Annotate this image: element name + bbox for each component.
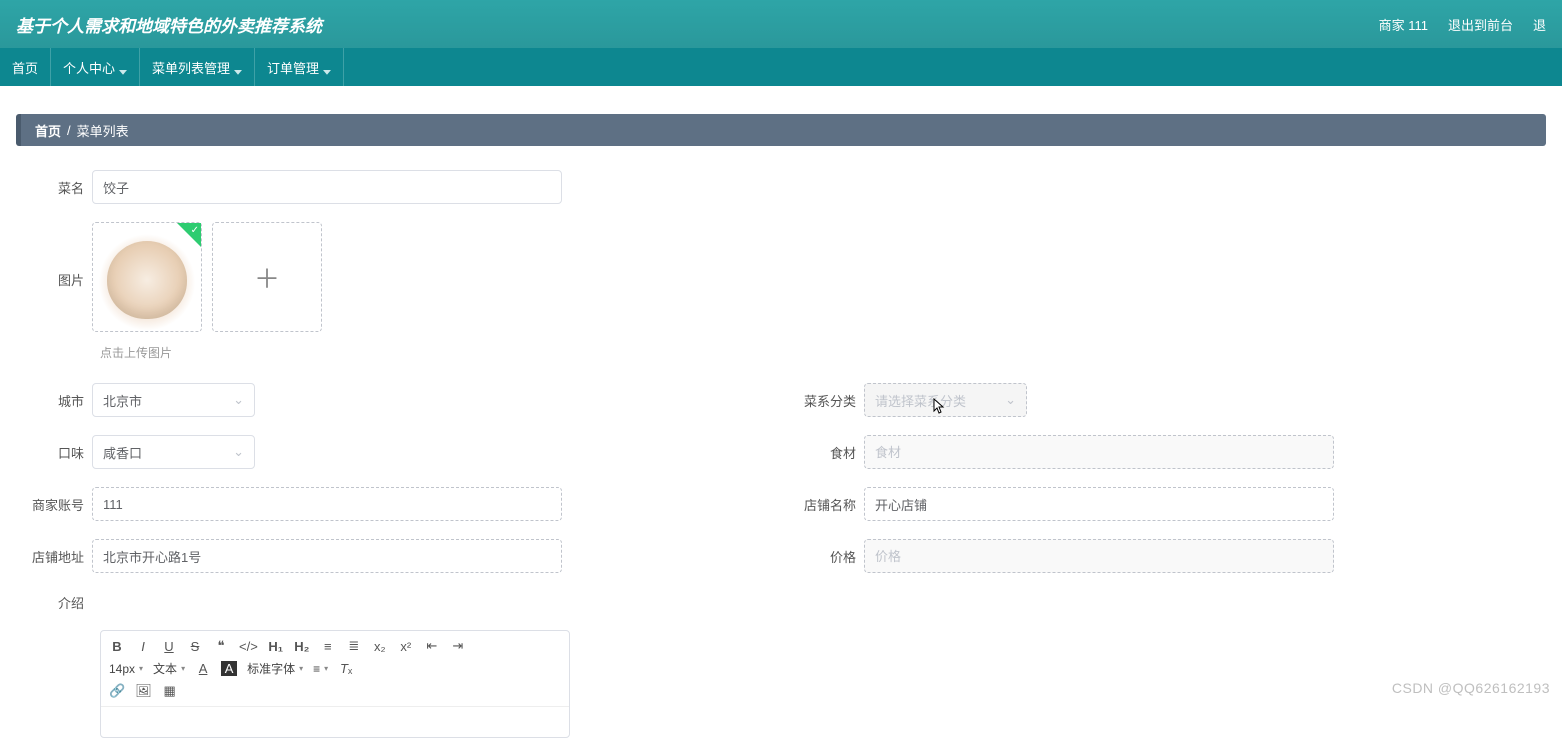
chevron-down-icon bbox=[323, 63, 331, 71]
nav-home[interactable]: 首页 bbox=[0, 48, 51, 86]
font-family-select[interactable]: 标准字体▾ bbox=[247, 660, 303, 677]
quote-icon[interactable]: ❝ bbox=[213, 638, 229, 654]
app-title: 基于个人需求和地域特色的外卖推荐系统 bbox=[16, 12, 1379, 37]
shop-name-label: 店铺名称 bbox=[794, 495, 864, 514]
extra-link[interactable]: 退 bbox=[1533, 15, 1546, 34]
text-style-select[interactable]: 文本▾ bbox=[153, 660, 185, 677]
indent-icon[interactable]: ⇤ bbox=[424, 638, 440, 654]
cuisine-placeholder: 请选择菜系分类 bbox=[875, 391, 966, 410]
underline-icon[interactable]: U bbox=[161, 639, 177, 654]
nav-order-mgmt[interactable]: 订单管理 bbox=[255, 48, 344, 86]
h2-icon[interactable]: H₂ bbox=[294, 639, 310, 654]
video-icon[interactable]: ▦ bbox=[162, 683, 178, 699]
subscript-icon[interactable]: x₂ bbox=[372, 639, 388, 654]
chevron-down-icon: ▾ bbox=[139, 664, 143, 673]
clear-format-icon[interactable]: Tₓ bbox=[338, 661, 354, 676]
nav-menu-label: 菜单列表管理 bbox=[152, 58, 230, 77]
taste-select[interactable]: 咸香口 ⌄ bbox=[92, 435, 255, 469]
outdent-icon[interactable]: ⇥ bbox=[450, 638, 466, 654]
nav-personal-label: 个人中心 bbox=[63, 58, 115, 77]
logout-link[interactable]: 退出到前台 bbox=[1448, 15, 1513, 34]
app-header: 基于个人需求和地域特色的外卖推荐系统 商家 111 退出到前台 退 bbox=[0, 0, 1562, 48]
price-label: 价格 bbox=[794, 547, 864, 566]
cuisine-select[interactable]: 请选择菜系分类 ⌄ bbox=[864, 383, 1027, 417]
chevron-down-icon bbox=[234, 63, 242, 71]
taste-value: 咸香口 bbox=[103, 443, 142, 462]
image-thumbnail[interactable] bbox=[92, 222, 202, 332]
h1-icon[interactable]: H₁ bbox=[268, 639, 284, 654]
merchant-input[interactable] bbox=[92, 487, 562, 521]
chevron-down-icon: ▾ bbox=[181, 664, 185, 673]
image-label: 图片 bbox=[22, 222, 92, 289]
chevron-down-icon: ⌄ bbox=[233, 392, 244, 408]
code-icon[interactable]: </> bbox=[239, 639, 258, 654]
align-select[interactable]: ≡▾ bbox=[313, 662, 328, 676]
header-links: 商家 111 退出到前台 退 bbox=[1379, 15, 1546, 34]
shop-addr-label: 店铺地址 bbox=[22, 547, 92, 566]
city-select[interactable]: 北京市 ⌄ bbox=[92, 383, 255, 417]
ol-icon[interactable]: ≡ bbox=[320, 639, 336, 654]
bg-color-icon[interactable]: A bbox=[221, 661, 237, 676]
check-icon bbox=[177, 223, 201, 247]
chevron-down-icon: ▾ bbox=[324, 664, 328, 673]
user-link[interactable]: 商家 111 bbox=[1379, 15, 1428, 34]
chevron-down-icon: ⌄ bbox=[233, 444, 244, 460]
chevron-down-icon bbox=[119, 63, 127, 71]
nav-order-label: 订单管理 bbox=[267, 58, 319, 77]
bold-icon[interactable]: B bbox=[109, 639, 125, 654]
nav-personal[interactable]: 个人中心 bbox=[51, 48, 140, 86]
chevron-down-icon: ▾ bbox=[299, 664, 303, 673]
upload-button[interactable]: ＋ bbox=[212, 222, 322, 332]
merchant-label: 商家账号 bbox=[22, 495, 92, 514]
ingredient-label: 食材 bbox=[794, 443, 864, 462]
breadcrumb-sep: / bbox=[67, 123, 71, 138]
dish-form: 菜名 图片 ＋ 点击上传图片 城市 北京市 ⌄ bbox=[16, 146, 1546, 738]
breadcrumb-home[interactable]: 首页 bbox=[35, 121, 61, 140]
image-icon[interactable]: 🖼 bbox=[135, 683, 152, 699]
city-label: 城市 bbox=[22, 391, 92, 410]
nav-home-label: 首页 bbox=[12, 58, 38, 77]
cuisine-label: 菜系分类 bbox=[794, 391, 864, 410]
plus-icon: ＋ bbox=[254, 259, 280, 296]
ingredient-input[interactable] bbox=[864, 435, 1334, 469]
font-color-icon[interactable]: A bbox=[195, 661, 211, 676]
upload-tip: 点击上传图片 bbox=[100, 344, 1546, 361]
shop-name-input[interactable] bbox=[864, 487, 1334, 521]
intro-label: 介绍 bbox=[22, 591, 92, 612]
chevron-down-icon: ⌄ bbox=[1005, 392, 1016, 408]
dish-name-input[interactable] bbox=[92, 170, 562, 204]
dish-name-label: 菜名 bbox=[22, 178, 92, 197]
city-value: 北京市 bbox=[103, 391, 142, 410]
rich-editor: B I U S ❝ </> H₁ H₂ ≡ ≣ x₂ x² ⇤ ⇥ 14px▾ bbox=[100, 630, 570, 738]
shop-addr-input[interactable] bbox=[92, 539, 562, 573]
strike-icon[interactable]: S bbox=[187, 639, 203, 654]
main-nav: 首页 个人中心 菜单列表管理 订单管理 bbox=[0, 48, 1562, 86]
superscript-icon[interactable]: x² bbox=[398, 639, 414, 654]
nav-menu-mgmt[interactable]: 菜单列表管理 bbox=[140, 48, 255, 86]
fontsize-select[interactable]: 14px▾ bbox=[109, 662, 143, 676]
breadcrumb-current: 菜单列表 bbox=[77, 121, 129, 140]
price-input[interactable] bbox=[864, 539, 1334, 573]
italic-icon[interactable]: I bbox=[135, 639, 151, 654]
breadcrumb: 首页 / 菜单列表 bbox=[16, 114, 1546, 146]
editor-toolbar: B I U S ❝ </> H₁ H₂ ≡ ≣ x₂ x² ⇤ ⇥ 14px▾ bbox=[101, 631, 569, 707]
taste-label: 口味 bbox=[22, 443, 92, 462]
editor-body[interactable] bbox=[101, 707, 569, 737]
ul-icon[interactable]: ≣ bbox=[346, 638, 362, 654]
link-icon[interactable]: 🔗 bbox=[109, 683, 125, 699]
